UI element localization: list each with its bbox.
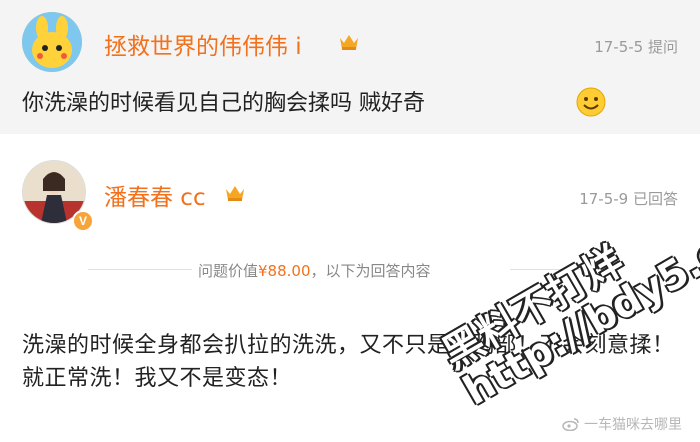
answer-meta: 17-5-9 已回答 <box>579 190 678 208</box>
question-card: 拯救世界的伟伟伟 i 17-5-5 提问 你洗澡的时候看见自己的胸会揉吗 贼好奇 <box>0 0 700 134</box>
smile-emoji-icon <box>576 87 606 117</box>
answerer-name[interactable]: 潘春春 cc <box>104 178 206 212</box>
weibo-logo-icon <box>562 418 579 431</box>
question-price-line: 问题价值¥88.00，以下为回答内容 <box>198 260 431 281</box>
question-meta: 17-5-5 提问 <box>594 38 678 56</box>
price-prefix: 问题价值 <box>198 262 259 280</box>
question-text: 你洗澡的时候看见自己的胸会揉吗 贼好奇 <box>22 91 425 116</box>
weibo-credit-text: 一车猫咪去哪里 <box>584 417 682 433</box>
asker-name[interactable]: 拯救世界的伟伟伟 i <box>104 27 302 61</box>
price-amount: ¥88.00 <box>258 262 311 280</box>
asker-avatar[interactable] <box>22 12 82 72</box>
crown-icon <box>226 186 244 201</box>
crown-icon <box>340 35 358 50</box>
weibo-credit: 一车猫咪去哪里 <box>562 414 682 434</box>
price-suffix: ，以下为回答内容 <box>310 262 431 280</box>
verified-badge-icon: V <box>72 210 94 232</box>
divider <box>88 269 192 270</box>
